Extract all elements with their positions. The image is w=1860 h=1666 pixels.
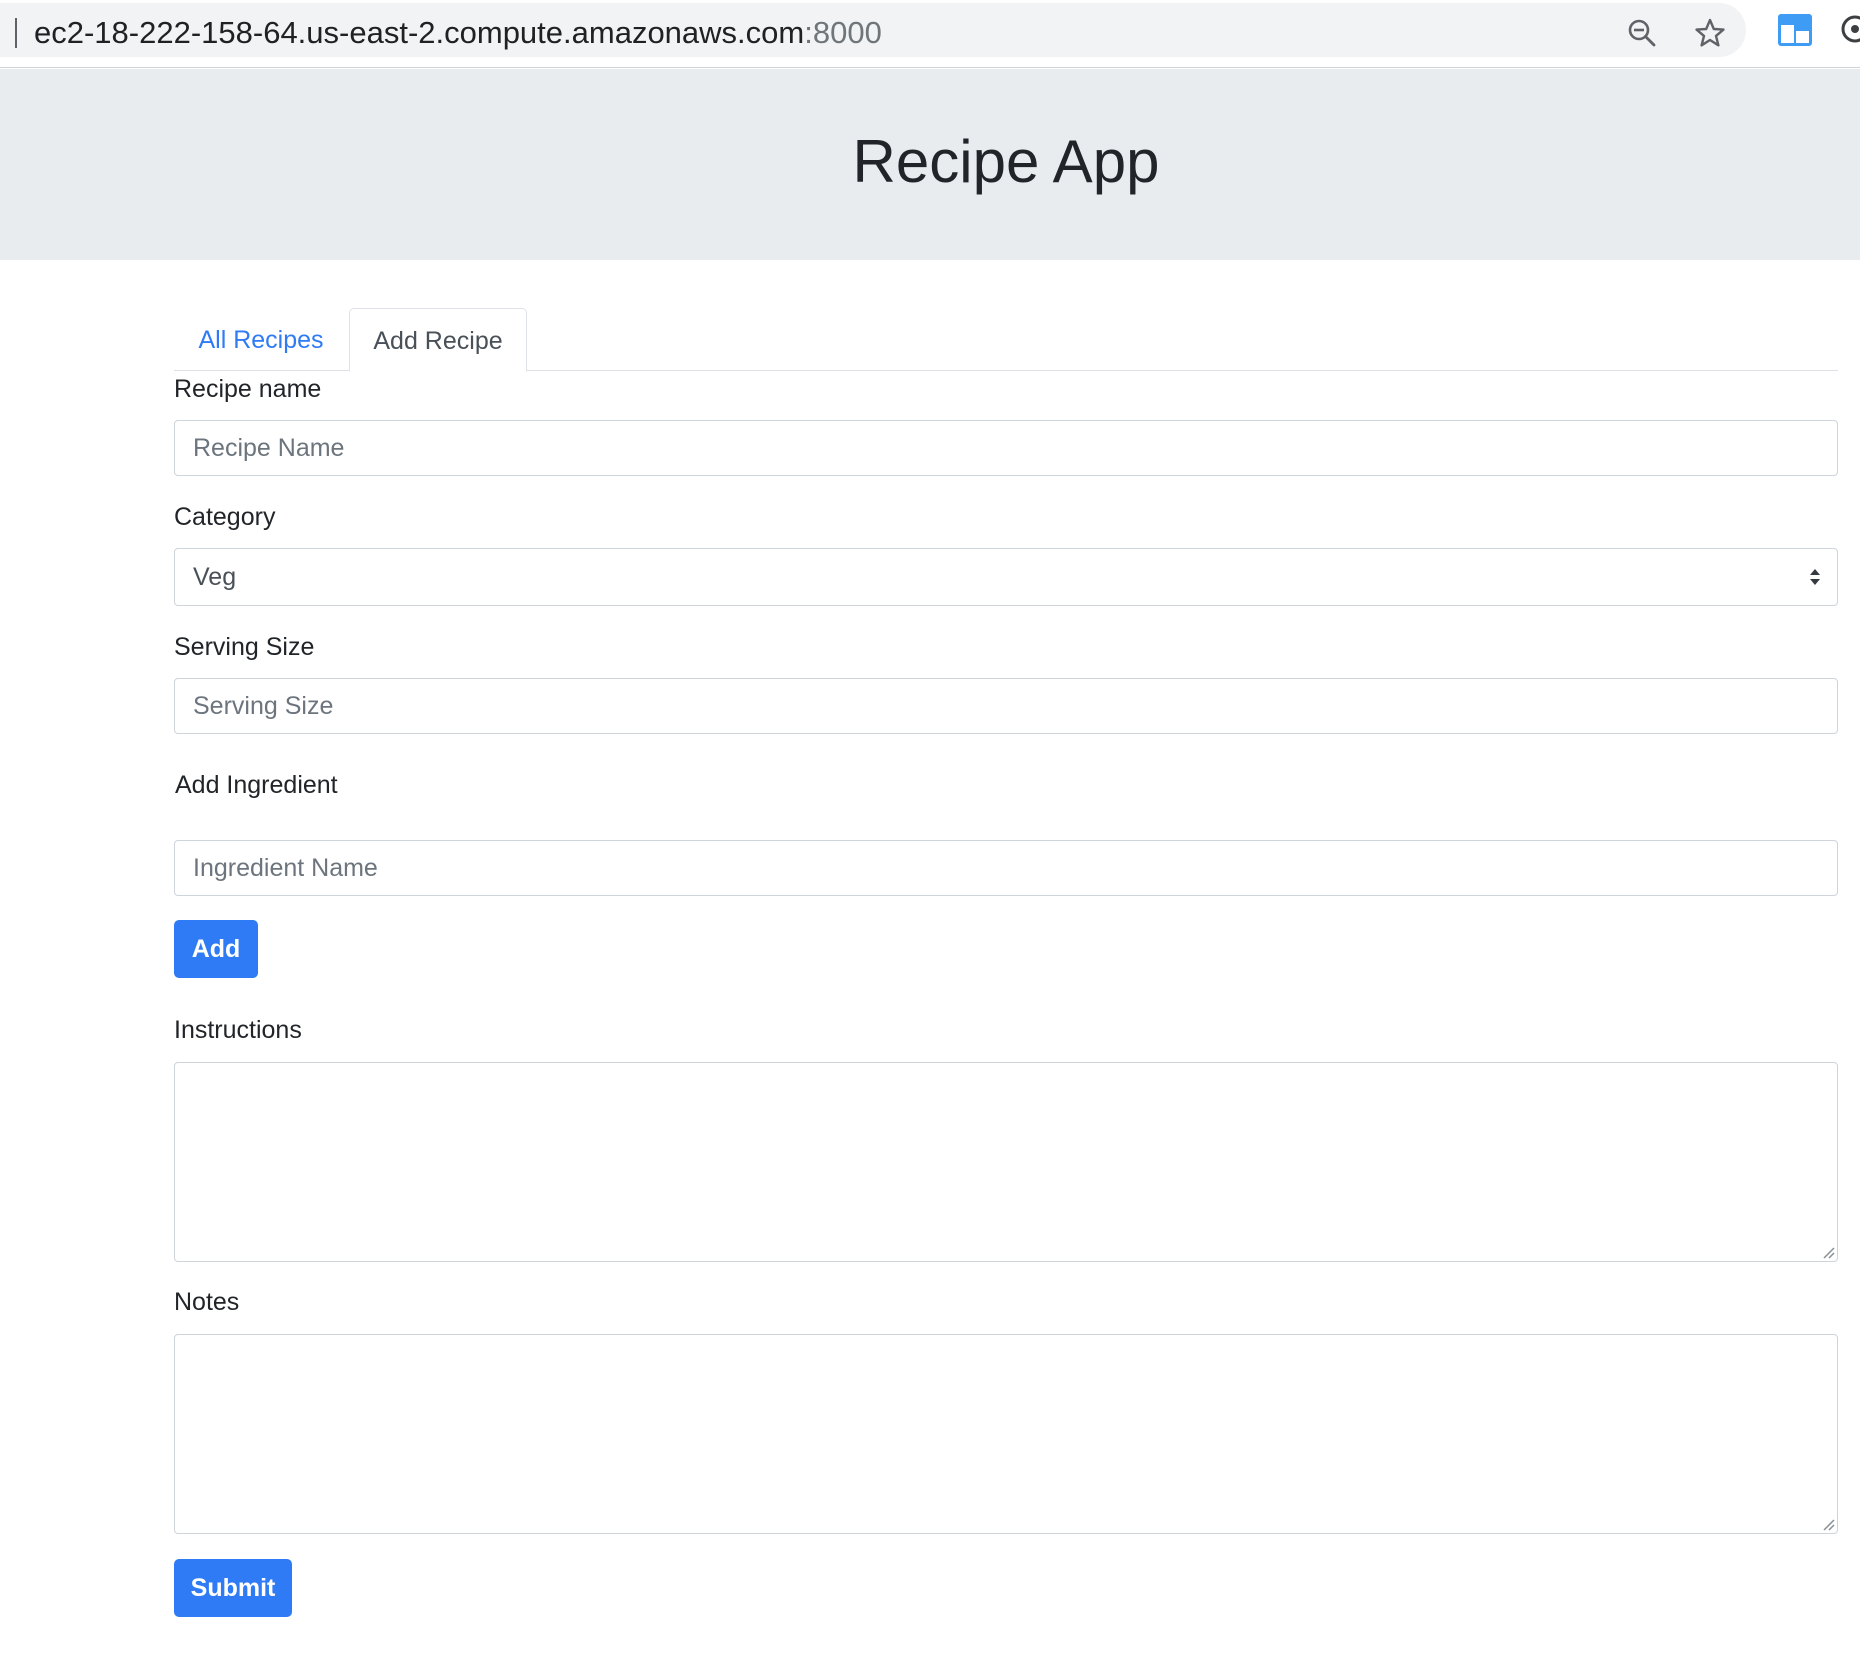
tab-bar: All Recipes Add Recipe [174,308,1838,372]
page-title: Recipe App [852,128,1160,195]
submit-button[interactable]: Submit [174,1559,292,1617]
profile-icon[interactable] [1840,14,1860,44]
select-arrows-icon [1810,569,1820,585]
resize-handle-icon[interactable] [1821,1245,1835,1259]
tab-all-recipes[interactable]: All Recipes [174,308,348,372]
ingredient-name-input[interactable] [174,840,1838,896]
address-bar[interactable]: ec2-18-222-158-64.us-east-2.compute.amaz… [0,3,1746,57]
notes-label: Notes [174,1288,240,1316]
serving-size-label: Serving Size [174,633,315,661]
category-select[interactable]: Veg [174,548,1838,606]
instructions-label: Instructions [174,1016,302,1044]
tab-add-recipe[interactable]: Add Recipe [349,308,527,372]
extension-icon[interactable] [1776,12,1814,48]
url-port: :8000 [804,15,882,50]
resize-handle-icon[interactable] [1821,1517,1835,1531]
browser-toolbar: ec2-18-222-158-64.us-east-2.compute.amaz… [0,0,1860,68]
notes-textarea[interactable] [174,1334,1838,1534]
url-host: ec2-18-222-158-64.us-east-2.compute.amaz… [34,15,805,50]
text-caret [15,18,17,48]
serving-size-input[interactable] [174,678,1838,734]
zoom-out-icon[interactable] [1622,13,1662,53]
url-text[interactable]: ec2-18-222-158-64.us-east-2.compute.amaz… [34,14,882,52]
recipe-name-input[interactable] [174,420,1838,476]
category-label: Category [174,503,276,531]
add-ingredient-button[interactable]: Add [174,920,258,978]
header-banner: Recipe App [0,69,1860,260]
add-ingredient-label: Add Ingredient [175,771,338,799]
bookmark-star-icon[interactable] [1690,13,1730,53]
category-selected-value: Veg [193,563,237,591]
recipe-name-label: Recipe name [174,375,322,403]
instructions-textarea[interactable] [174,1062,1838,1262]
